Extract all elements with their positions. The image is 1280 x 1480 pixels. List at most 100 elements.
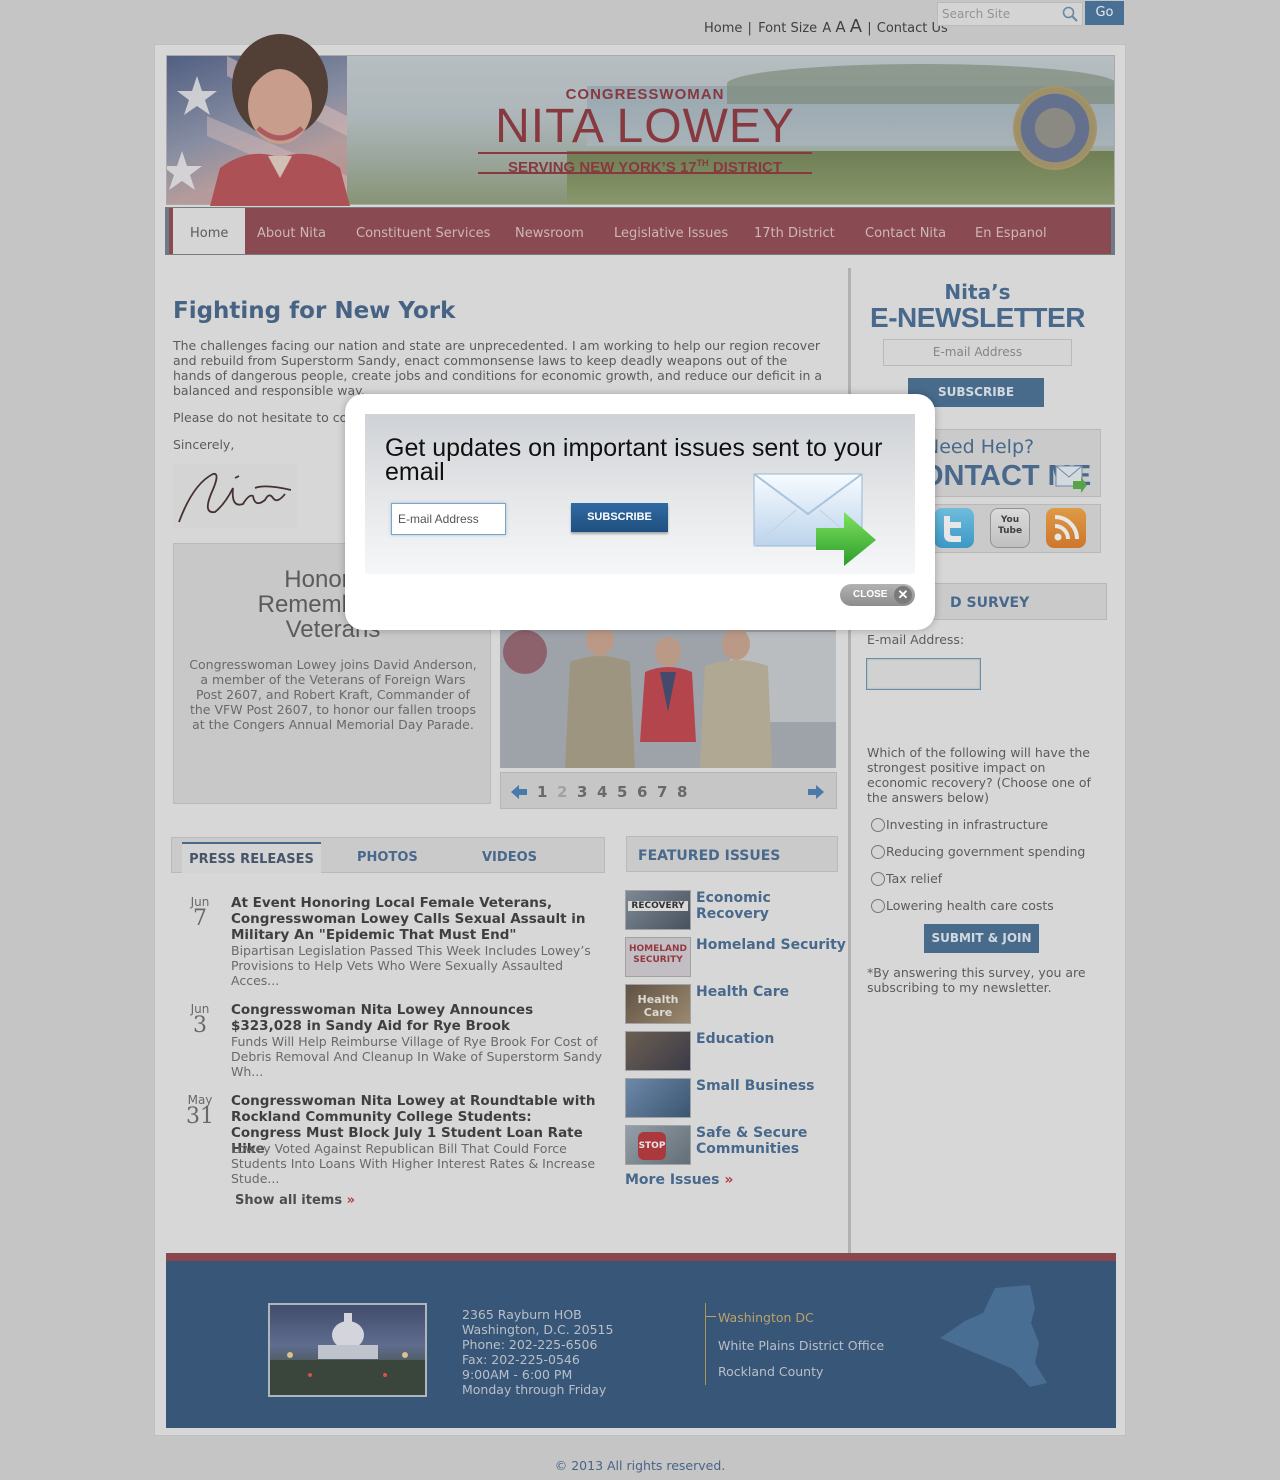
slideshow-pager: 1 2 3 4 5 6 7 8	[500, 772, 837, 809]
news-tabs: PRESS RELEASES PHOTOS VIDEOS	[171, 837, 605, 873]
tab-press-releases[interactable]: PRESS RELEASES	[182, 842, 321, 873]
radio-button[interactable]	[871, 818, 885, 832]
survey-title: D SURVEY	[950, 595, 1030, 611]
nav-constituent-services[interactable]: Constituent Services	[356, 208, 490, 254]
home-link[interactable]: Home	[704, 21, 742, 36]
youtube-icon[interactable]: You Tube	[990, 508, 1030, 548]
nav-espanol[interactable]: En Espanol	[975, 208, 1047, 254]
separator: |	[867, 21, 872, 36]
survey-option[interactable]: Reducing government spending	[871, 844, 1085, 859]
pager-page-3[interactable]: 3	[577, 783, 587, 801]
more-issues-link[interactable]: More Issues »	[625, 1172, 733, 1188]
press-summary: Lowey Voted Against Republican Bill That…	[231, 1141, 596, 1186]
press-title-link[interactable]: Congresswoman Nita Lowey Announces $323,…	[231, 1002, 603, 1034]
education-thumb-icon	[625, 1031, 691, 1071]
radio-button[interactable]	[871, 845, 885, 859]
next-arrow-icon[interactable]	[808, 785, 824, 799]
pager-page-7[interactable]: 7	[657, 783, 667, 801]
pager-page-4[interactable]: 4	[597, 783, 607, 801]
nav-about[interactable]: About Nita	[257, 208, 326, 254]
newsletter-email-input[interactable]: E-mail Address	[883, 339, 1072, 366]
survey-option[interactable]: Investing in infrastructure	[871, 817, 1048, 832]
featured-issue-label: Economic Recovery	[696, 890, 771, 922]
survey-submit-button[interactable]: SUBMIT & JOIN	[924, 924, 1039, 953]
pager-page-2[interactable]: 2	[557, 783, 567, 801]
main-nav: Home About Nita Constituent Services New…	[165, 207, 1115, 255]
radio-button[interactable]	[871, 899, 885, 913]
district-map-icon	[940, 1285, 1047, 1387]
font-size-medium-button[interactable]: A	[835, 18, 845, 36]
pager-page-6[interactable]: 6	[637, 783, 647, 801]
featured-issue-item[interactable]: HOMELAND SECURITY Homeland Security	[625, 937, 846, 977]
press-day: 3	[193, 1013, 207, 1038]
featured-issue-label: Education	[696, 1031, 775, 1047]
featured-issues-heading: FEATURED ISSUES	[626, 836, 838, 872]
congresswoman-portrait	[210, 34, 350, 206]
pager-page-8[interactable]: 8	[677, 783, 687, 801]
pager-page-1[interactable]: 1	[537, 783, 547, 801]
separator: |	[747, 21, 752, 36]
font-size-label: Font Size	[758, 21, 818, 36]
featured-issue-item[interactable]: Health Care Health Care	[625, 984, 840, 1024]
utility-links: Home | Font Size A A A | Contact Us	[704, 16, 948, 37]
survey-question: Which of the following will have the str…	[867, 745, 1091, 805]
twitter-icon[interactable]	[934, 508, 974, 548]
office-link-rockland[interactable]: Rockland County	[718, 1364, 823, 1379]
survey-email-label: E-mail Address:	[867, 632, 965, 647]
press-day: 31	[186, 1104, 214, 1129]
banner-title-name: NITA LOWEY	[495, 100, 795, 153]
featured-issue-item[interactable]: Small Business	[625, 1078, 840, 1118]
featured-issue-item[interactable]: Education	[625, 1031, 840, 1071]
footer-active-marker	[706, 1316, 716, 1317]
search-go-button[interactable]: Go	[1085, 1, 1124, 25]
double-chevron-right-icon: »	[724, 1172, 734, 1188]
enewsletter-heading: E-NEWSLETTER	[870, 302, 1085, 333]
prev-arrow-icon[interactable]	[511, 785, 527, 799]
banner-title-district: SERVING NEW YORK’S 17TH DISTRICT	[478, 152, 812, 176]
font-size-small-button[interactable]: A	[822, 21, 831, 36]
pager-page-5[interactable]: 5	[617, 783, 627, 801]
stop-sign-thumb-icon: STOP	[625, 1125, 691, 1165]
office-link-washington[interactable]: Washington DC	[718, 1310, 814, 1325]
enewsletter-heading-small: Nita’s	[944, 280, 1011, 304]
mail-arrow-icon	[1055, 465, 1087, 493]
press-summary: Bipartisan Legislation Passed This Week …	[231, 943, 591, 988]
page-title: Fighting for New York	[173, 298, 456, 324]
survey-note: *By answering this survey, you are subsc…	[867, 965, 1086, 995]
nav-17th-district[interactable]: 17th District	[754, 208, 835, 254]
nav-contact[interactable]: Contact Nita	[865, 208, 946, 254]
survey-email-input[interactable]	[866, 658, 981, 690]
show-all-items-link[interactable]: Show all items »	[235, 1193, 355, 1208]
search-icon[interactable]	[1062, 6, 1078, 22]
rss-icon[interactable]	[1046, 508, 1086, 548]
featured-issue-label: Small Business	[696, 1078, 815, 1094]
featured-issue-item[interactable]: RECOVERY Economic Recovery	[625, 890, 840, 930]
modal-subscribe-button[interactable]: SUBSCRIBE	[571, 503, 668, 532]
survey-option[interactable]: Tax relief	[871, 871, 942, 886]
signature-image	[173, 464, 297, 528]
health-care-thumb-icon: Health Care	[625, 984, 691, 1024]
modal-email-input[interactable]: E-mail Address	[391, 503, 506, 535]
featured-issue-item[interactable]: STOP Safe & Secure Communities	[625, 1125, 840, 1165]
slideshow-caption: Congresswoman Lowey joins David Anderson…	[189, 657, 477, 732]
close-icon: ✕	[894, 586, 912, 604]
small-business-thumb-icon	[625, 1078, 691, 1118]
copyright: © 2013 All rights reserved.	[554, 1458, 726, 1473]
featured-issue-label: Health Care	[696, 984, 790, 1000]
tab-photos[interactable]: PHOTOS	[357, 850, 418, 865]
double-chevron-right-icon: »	[346, 1193, 356, 1208]
radio-button[interactable]	[871, 872, 885, 886]
intro-paragraph: The challenges facing our nation and sta…	[173, 338, 823, 398]
nav-home[interactable]: Home	[173, 208, 246, 254]
font-size-large-button[interactable]: A	[850, 16, 862, 37]
office-link-white-plains[interactable]: White Plains District Office	[718, 1338, 884, 1353]
press-title-link[interactable]: At Event Honoring Local Female Veterans,…	[231, 895, 603, 943]
nav-legislative-issues[interactable]: Legislative Issues	[614, 208, 728, 254]
recovery-thumb-icon: RECOVERY	[625, 890, 691, 930]
press-day: 7	[193, 906, 207, 931]
tab-videos[interactable]: VIDEOS	[482, 850, 537, 865]
nav-newsroom[interactable]: Newsroom	[515, 208, 584, 254]
slideshow-photo[interactable]	[500, 612, 836, 768]
modal-close-button[interactable]: CLOSE ✕	[840, 584, 915, 606]
survey-option[interactable]: Lowering health care costs	[871, 898, 1054, 913]
